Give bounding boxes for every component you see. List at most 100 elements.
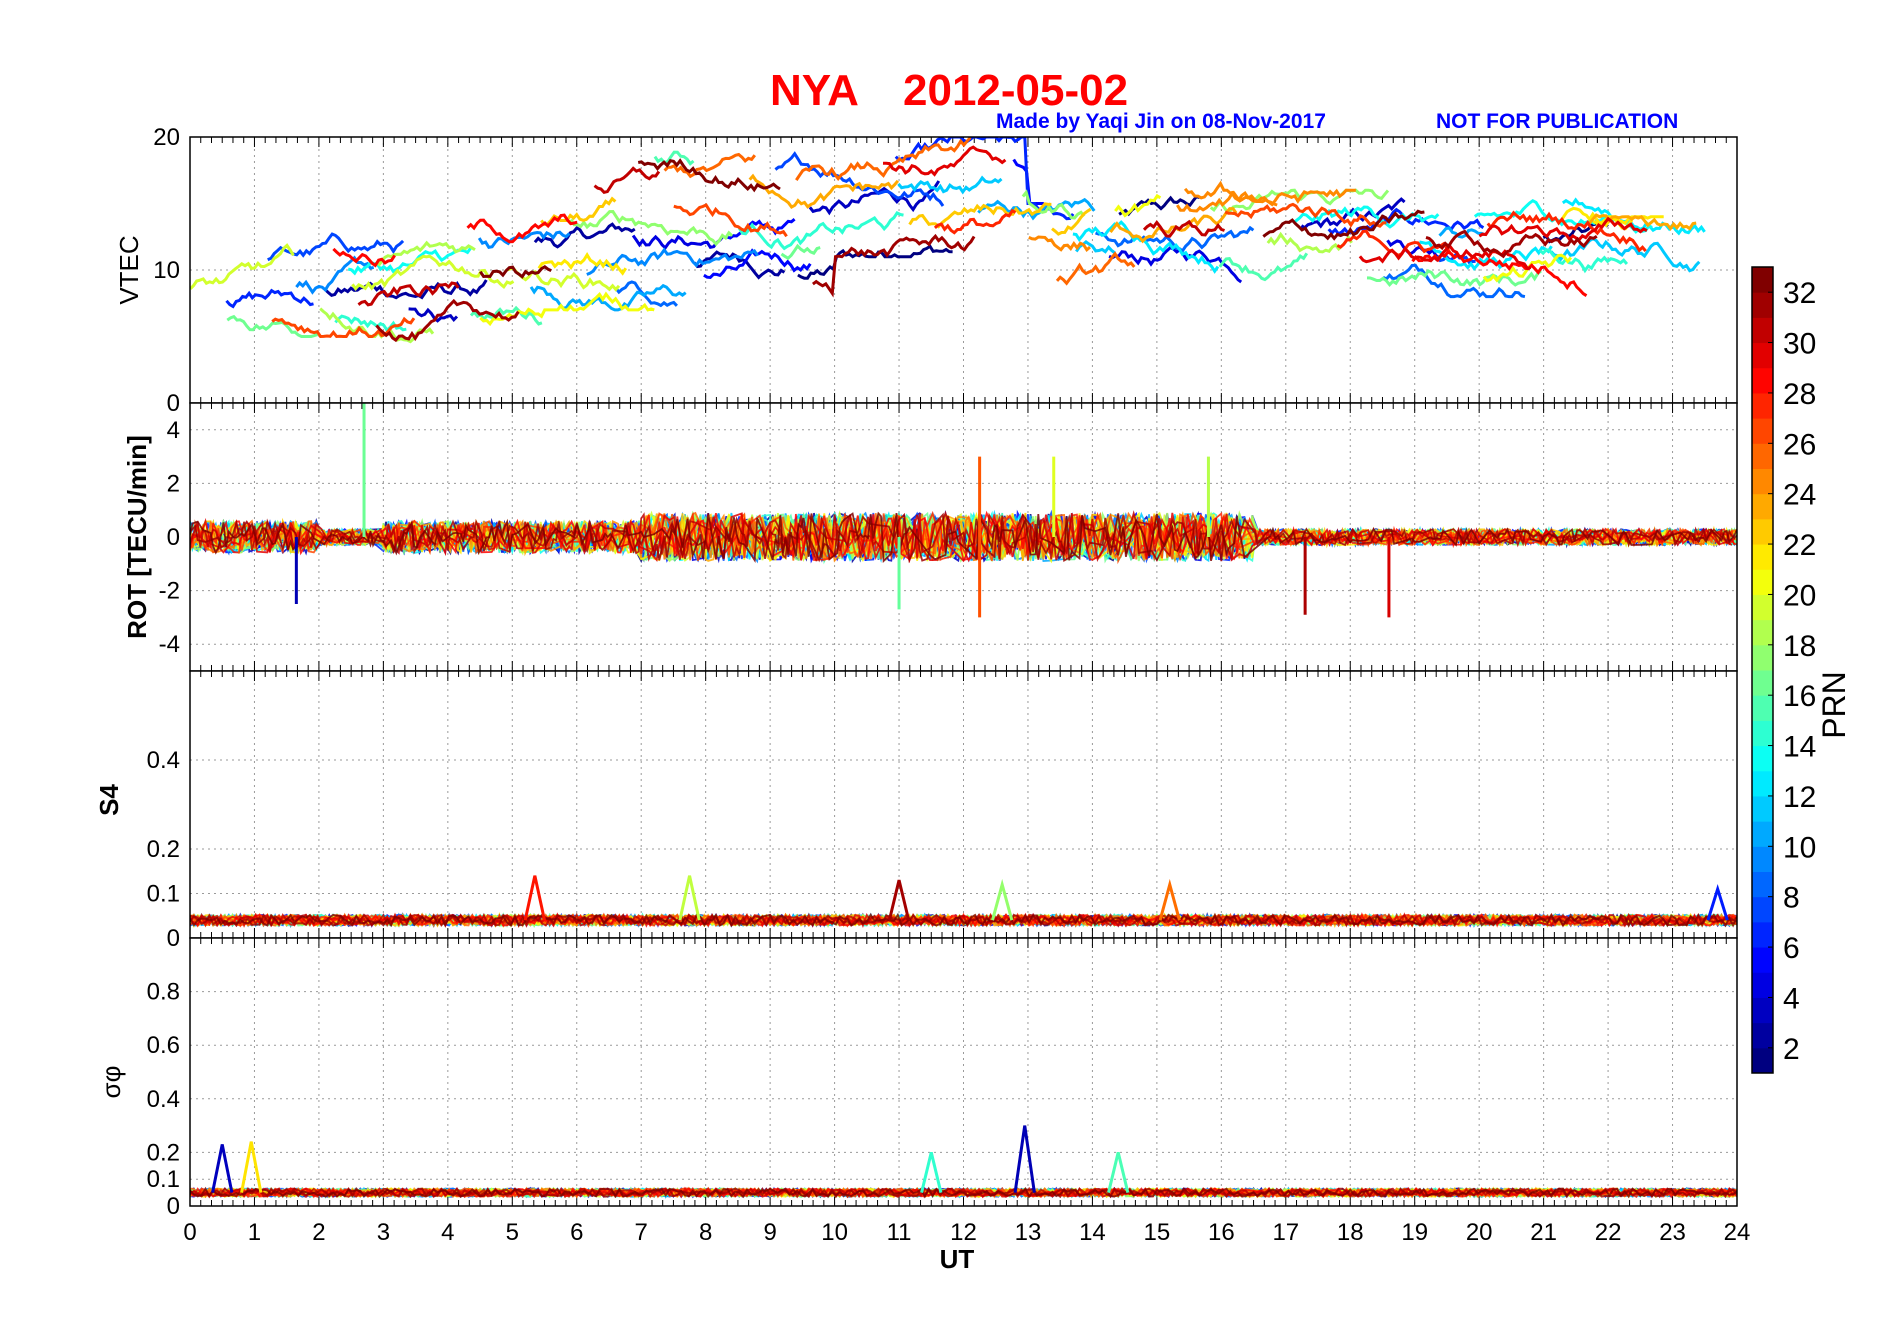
y-tick-label: 0.4	[147, 1086, 180, 1113]
credit-text: Made by Yaqi Jin on 08-Nov-2017	[996, 110, 1326, 133]
y-tick-label: 0.1	[147, 881, 180, 908]
colorbar-tick-label: 6	[1783, 932, 1800, 965]
panels: 01020VTEC-4-2024ROT [TECU/min]00.10.20.4…	[94, 124, 1750, 1246]
x-tick-label: 21	[1530, 1219, 1557, 1246]
y-tick-label: 10	[153, 257, 180, 284]
figure: NYA 2012-05-02 Made by Yaqi Jin on 08-No…	[94, 66, 1852, 1274]
colorbar-swatch-prn9	[1752, 846, 1773, 872]
notice-text: NOT FOR PUBLICATION	[1436, 110, 1678, 133]
y-tick-label: 0.2	[147, 1139, 180, 1166]
colorbar-tick-label: 16	[1783, 680, 1816, 713]
x-tick-label: 10	[821, 1219, 848, 1246]
x-tick-label: 8	[699, 1219, 712, 1246]
x-tick-label: 23	[1659, 1219, 1686, 1246]
colorbar-swatch-prn13	[1752, 745, 1773, 772]
panel-sigma_phi: 00.10.20.40.60.8σφ0 1 2 3 4 5 6 7 8 9 10 11 12 13 14 15…	[96, 937, 1751, 1246]
colorbar-swatch-prn2	[1752, 1022, 1773, 1049]
x-axis-label: UT	[940, 1244, 975, 1274]
y-axis-label: VTEC	[114, 235, 144, 304]
x-tick-label: 17	[1272, 1219, 1299, 1246]
colorbar-swatch-prn28	[1752, 367, 1773, 394]
colorbar-swatch-prn29	[1752, 342, 1773, 369]
x-tick-label: 1	[248, 1219, 261, 1246]
colorbar-swatch-prn15	[1752, 695, 1773, 721]
y-tick-label: 0.6	[147, 1032, 180, 1059]
y-axis-label: S4	[94, 784, 124, 816]
colorbar-tick-label: 2	[1783, 1033, 1800, 1066]
x-tick-label: 15	[1144, 1219, 1171, 1246]
y-tick-label: 0	[167, 390, 180, 417]
x-tick-label: 12	[950, 1219, 977, 1246]
x-tick-label: 18	[1337, 1219, 1364, 1246]
colorbar-tick-label: 12	[1783, 781, 1816, 814]
colorbar-swatch-prn23	[1752, 493, 1773, 520]
y-tick-label: 0.4	[147, 747, 180, 774]
colorbar-swatch-prn4	[1752, 972, 1773, 998]
y-axis-label: σφ	[96, 1066, 126, 1099]
colorbar-swatch-prn10	[1752, 821, 1773, 847]
colorbar-swatch-prn11	[1752, 795, 1773, 822]
x-tick-label: 0	[183, 1219, 196, 1246]
y-tick-label: 0.1	[147, 1166, 180, 1193]
colorbar-swatch-prn7	[1752, 896, 1773, 923]
colorbar-swatch-prn18	[1752, 619, 1773, 646]
colorbar-tick-label: 30	[1783, 328, 1816, 361]
y-tick-label: 2	[167, 470, 180, 497]
y-tick-label: 20	[153, 124, 180, 151]
colorbar-swatch-prn8	[1752, 871, 1773, 898]
colorbar: 2468101214161820222426283032	[1751, 266, 1816, 1074]
colorbar-swatch-prn17	[1752, 644, 1773, 671]
colorbar-swatch-prn3	[1752, 997, 1773, 1024]
x-tick-label: 7	[635, 1219, 648, 1246]
x-tick-label: 4	[441, 1219, 454, 1246]
colorbar-swatch-prn32	[1752, 267, 1773, 293]
title-station: NYA	[770, 66, 859, 115]
x-tick-label: 2	[312, 1219, 325, 1246]
colorbar-swatch-prn14	[1752, 720, 1773, 747]
title-date: 2012-05-02	[903, 66, 1128, 115]
x-tick-label: 14	[1079, 1219, 1106, 1246]
colorbar-swatch-prn30	[1752, 317, 1773, 344]
colorbar-tick-label: 24	[1783, 479, 1816, 512]
y-tick-label: -4	[159, 631, 180, 658]
colorbar-tick-label: 26	[1783, 428, 1816, 461]
colorbar-swatch-prn24	[1752, 468, 1773, 495]
colorbar-swatch-prn5	[1752, 947, 1773, 973]
colorbar-label: PRN	[1816, 671, 1852, 739]
colorbar-swatch-prn6	[1752, 921, 1773, 948]
colorbar-swatch-prn1	[1752, 1047, 1773, 1074]
colorbar-swatch-prn27	[1752, 392, 1773, 419]
colorbar-tick-label: 28	[1783, 378, 1816, 411]
colorbar-swatch-prn16	[1752, 670, 1773, 696]
colorbar-swatch-prn19	[1752, 594, 1773, 621]
y-tick-label: 0	[167, 524, 180, 551]
x-tick-label: 11	[887, 1219, 912, 1246]
colorbar-swatch-prn22	[1752, 518, 1773, 545]
colorbar-swatch-prn20	[1752, 569, 1773, 595]
y-tick-label: 0	[167, 1193, 180, 1220]
colorbar-tick-label: 10	[1783, 831, 1816, 864]
y-tick-label: 0	[167, 925, 180, 952]
colorbar-swatch-prn21	[1752, 544, 1773, 570]
colorbar-tick-label: 14	[1783, 731, 1816, 764]
x-tick-label: 5	[506, 1219, 519, 1246]
colorbar-tick-label: 32	[1783, 277, 1816, 310]
colorbar-swatch-prn25	[1752, 443, 1773, 469]
y-axis-label: ROT [TECU/min]	[122, 435, 152, 639]
y-tick-label: 4	[167, 417, 180, 444]
colorbar-tick-label: 4	[1783, 982, 1800, 1015]
x-tick-label: 3	[377, 1219, 390, 1246]
y-tick-label: -2	[159, 578, 180, 605]
panel-vtec: 0 10 20 VTEC	[114, 124, 1738, 417]
x-tick-label: 24	[1724, 1219, 1751, 1246]
colorbar-tick-label: 18	[1783, 630, 1816, 663]
y-tick-label: 0.8	[147, 979, 180, 1006]
x-tick-label: 19	[1401, 1219, 1428, 1246]
colorbar-swatch-prn31	[1752, 292, 1773, 318]
y-tick-label: 0.2	[147, 836, 180, 863]
x-tick-label: 6	[570, 1219, 583, 1246]
colorbar-tick-label: 20	[1783, 579, 1816, 612]
colorbar-swatch-prn12	[1752, 770, 1773, 797]
panel-rot: -4 -2 0 2 4 ROT [TECU/min]	[122, 402, 1738, 672]
x-tick-label: 9	[763, 1219, 776, 1246]
